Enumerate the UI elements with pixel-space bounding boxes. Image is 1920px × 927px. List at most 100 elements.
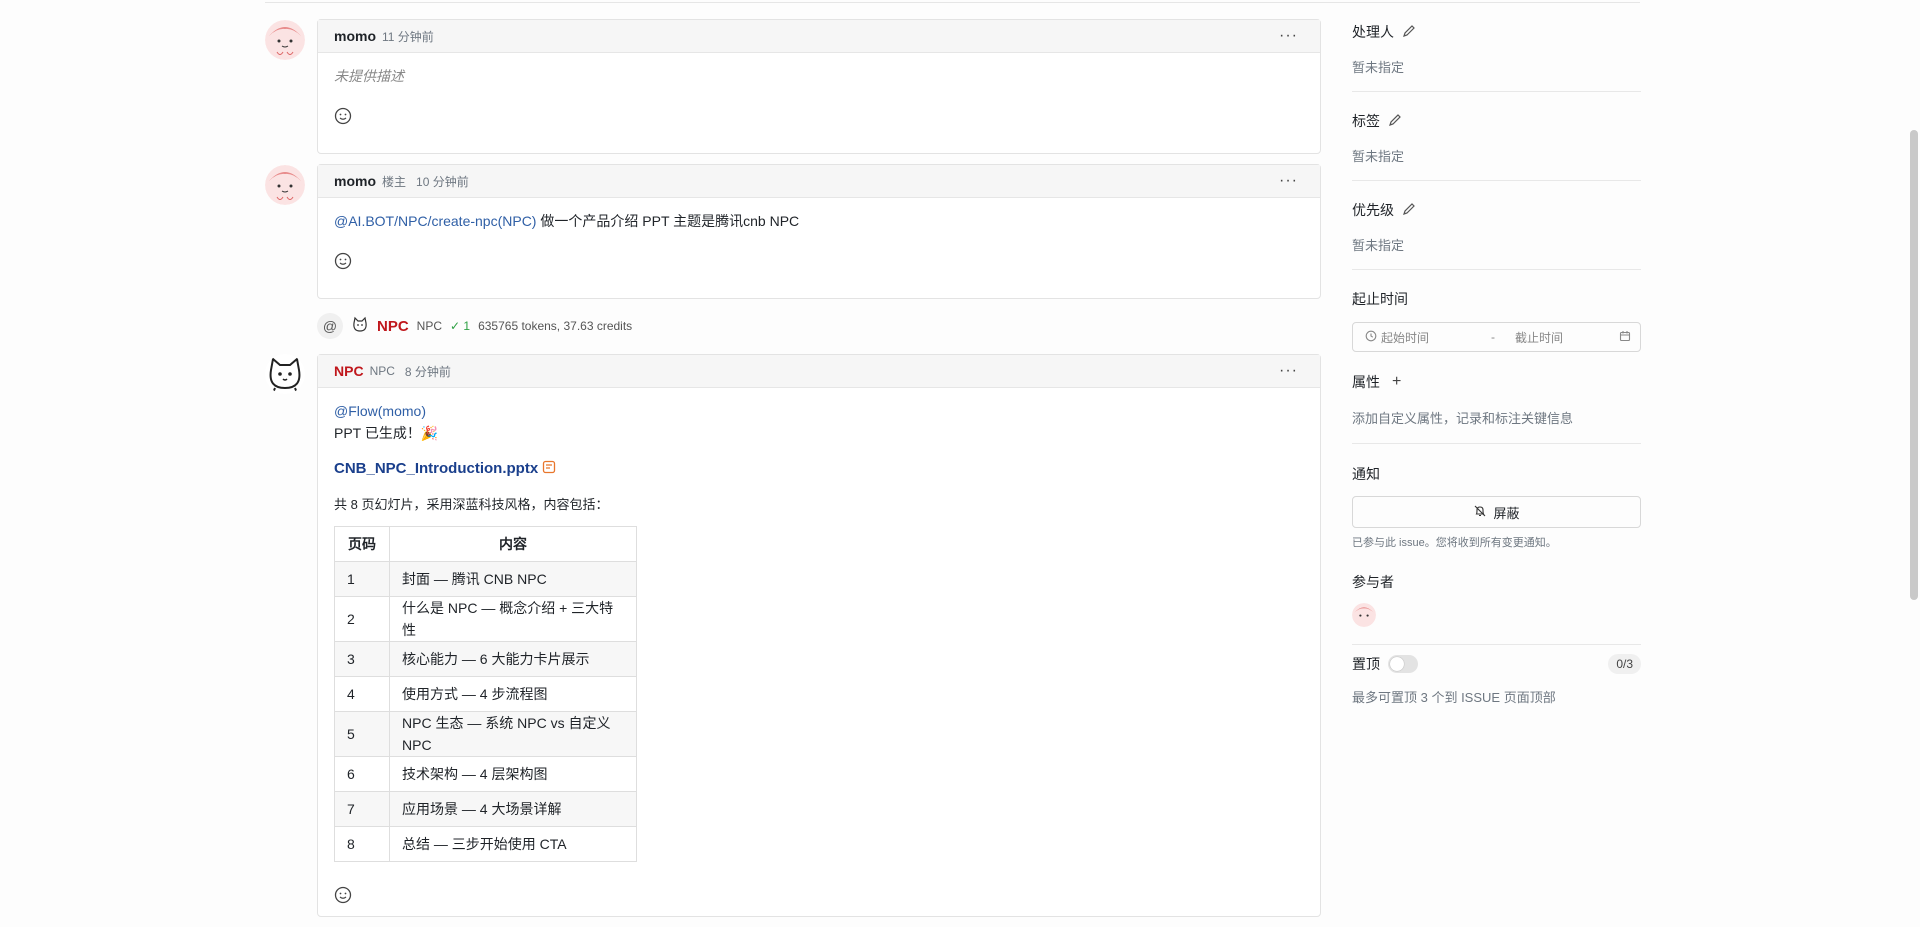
page-number-cell: 6 bbox=[334, 756, 390, 792]
slides-table: 页码 内容 1 封面 — 腾讯 CNB NPC 2 什么是 NPC — 概念介绍 + … bbox=[334, 526, 637, 862]
mention-link[interactable]: @Flow(momo) bbox=[334, 403, 426, 419]
comment-text: 未提供描述 bbox=[334, 68, 404, 84]
content-cell: 使用方式 — 4 步流程图 bbox=[389, 676, 637, 712]
add-reaction-icon[interactable] bbox=[334, 107, 352, 125]
content-cell: 技术架构 — 4 层架构图 bbox=[389, 756, 637, 792]
pin-toggle[interactable] bbox=[1388, 655, 1418, 673]
edit-pencil-icon[interactable] bbox=[1402, 24, 1416, 41]
table-header: 内容 bbox=[389, 526, 637, 562]
mute-button[interactable]: 屏蔽 bbox=[1352, 496, 1641, 528]
table-row: 6 技术架构 — 4 层架构图 bbox=[334, 756, 637, 792]
file-link[interactable]: CNB_NPC_Introduction.pptx bbox=[334, 458, 538, 480]
priority-section: 优先级 bbox=[1352, 200, 1416, 220]
page-number-cell: 4 bbox=[334, 676, 390, 712]
attrs-hint: 添加自定义属性，记录和标注关键信息 bbox=[1352, 411, 1574, 426]
more-options-icon[interactable]: ··· bbox=[1279, 172, 1298, 190]
history-icon bbox=[1365, 330, 1377, 345]
labels-title: 标签 bbox=[1352, 113, 1380, 129]
divider bbox=[1352, 443, 1641, 444]
avatar-npc[interactable] bbox=[265, 354, 305, 394]
content-cell: 总结 — 三步开始使用 CTA bbox=[389, 826, 637, 862]
scrollbar[interactable] bbox=[1910, 130, 1918, 600]
pin-section: 置顶 0/3 bbox=[1352, 654, 1641, 674]
date-range-picker[interactable]: 起始时间 - 截止时间 bbox=[1352, 322, 1641, 352]
priority-value: 暂未指定 bbox=[1352, 238, 1405, 253]
npc-bot-icon bbox=[351, 316, 369, 337]
add-reaction-icon[interactable] bbox=[334, 886, 352, 904]
comment-time: 11 分钟前 bbox=[382, 29, 434, 44]
comment-header: NPC NPC 8 分钟前 ··· bbox=[318, 355, 1320, 388]
comment-time: 10 分钟前 bbox=[416, 174, 469, 189]
participants-title: 参与者 bbox=[1352, 574, 1394, 590]
comment-author[interactable]: NPC bbox=[334, 363, 364, 379]
summary-text: 共 8 页幻灯片，采用深蓝科技风格，内容包括： bbox=[334, 497, 609, 512]
comment-author[interactable]: momo bbox=[334, 173, 376, 189]
divider bbox=[1352, 644, 1641, 645]
assignee-title: 处理人 bbox=[1352, 24, 1394, 40]
page-number-cell: 5 bbox=[334, 711, 390, 757]
participant-avatar[interactable] bbox=[1352, 603, 1376, 627]
comment-text: 做一个产品介绍 PPT 主题是腾讯cnb NPC bbox=[536, 213, 800, 229]
author-role-badge: 楼主 bbox=[382, 174, 407, 189]
pin-count-badge: 0/3 bbox=[1608, 654, 1641, 674]
page-number-cell: 3 bbox=[334, 641, 390, 677]
table-row: 2 什么是 NPC — 概念介绍 + 三大特性 bbox=[334, 596, 637, 642]
comment-author[interactable]: momo bbox=[334, 28, 376, 44]
start-date-input[interactable]: 起始时间 bbox=[1381, 329, 1491, 346]
comment-body: 未提供描述 bbox=[318, 53, 1320, 107]
more-options-icon[interactable]: ··· bbox=[1279, 362, 1298, 380]
comment-2: momo 楼主 10 分钟前 ··· @AI.BOT/NPC/create-np… bbox=[317, 164, 1321, 299]
page-number-cell: 7 bbox=[334, 791, 390, 827]
more-options-icon[interactable]: ··· bbox=[1279, 27, 1298, 45]
bell-off-icon bbox=[1473, 504, 1487, 521]
notify-title: 通知 bbox=[1352, 466, 1380, 482]
comment-header: momo 11 分钟前 ··· bbox=[318, 20, 1320, 53]
time-title: 起止时间 bbox=[1352, 291, 1408, 307]
pin-hint: 最多可置顶 3 个到 ISSUE 页面顶部 bbox=[1352, 690, 1556, 705]
comment-3: NPC NPC 8 分钟前 ··· @Flow(momo) PPT 已生成！🎉 … bbox=[317, 354, 1321, 917]
attrs-title: 属性 bbox=[1352, 374, 1380, 390]
success-count: ✓ 1 bbox=[450, 319, 471, 333]
table-row: 7 应用场景 — 4 大场景详解 bbox=[334, 791, 637, 827]
comment-body: @AI.BOT/NPC/create-npc(NPC) 做一个产品介绍 PPT … bbox=[318, 198, 1320, 252]
labels-value: 暂未指定 bbox=[1352, 149, 1405, 164]
divider bbox=[1352, 91, 1641, 92]
npc-name[interactable]: NPC bbox=[377, 318, 409, 335]
table-row: 1 封面 — 腾讯 CNB NPC bbox=[334, 561, 637, 597]
pin-title: 置顶 bbox=[1352, 656, 1380, 672]
edit-pencil-icon[interactable] bbox=[1402, 202, 1416, 219]
labels-section: 标签 bbox=[1352, 111, 1402, 131]
comment-body: @Flow(momo) PPT 已生成！🎉 CNB_NPC_Introducti… bbox=[318, 388, 1320, 870]
add-reaction-icon[interactable] bbox=[334, 252, 352, 270]
divider bbox=[1352, 269, 1641, 270]
date-separator: - bbox=[1491, 330, 1495, 344]
avatar-momo[interactable] bbox=[265, 20, 305, 60]
avatar-momo[interactable] bbox=[265, 165, 305, 205]
comment-time: 8 分钟前 bbox=[404, 364, 451, 379]
page-number-cell: 2 bbox=[334, 596, 390, 642]
end-date-input[interactable]: 截止时间 bbox=[1515, 329, 1619, 346]
page-number-cell: 8 bbox=[334, 826, 390, 862]
author-role-badge: NPC bbox=[369, 364, 395, 378]
table-row: 5 NPC 生态 — 系统 NPC vs 自定义 NPC bbox=[334, 711, 637, 757]
content-cell: 应用场景 — 4 大场景详解 bbox=[389, 791, 637, 827]
assignee-value: 暂未指定 bbox=[1352, 60, 1405, 75]
divider bbox=[1352, 180, 1641, 181]
content-cell: 封面 — 腾讯 CNB NPC bbox=[389, 561, 637, 597]
npc-tag: NPC bbox=[416, 319, 443, 333]
priority-title: 优先级 bbox=[1352, 202, 1394, 218]
at-icon: @ bbox=[317, 313, 343, 339]
assignee-section: 处理人 bbox=[1352, 22, 1416, 42]
content-cell: 什么是 NPC — 概念介绍 + 三大特性 bbox=[389, 596, 637, 642]
table-row: 4 使用方式 — 4 步流程图 bbox=[334, 676, 637, 712]
content-cell: 核心能力 — 6 大能力卡片展示 bbox=[389, 641, 637, 677]
add-plus-icon[interactable]: + bbox=[1392, 373, 1401, 391]
comment-1: momo 11 分钟前 ··· 未提供描述 bbox=[317, 19, 1321, 154]
calendar-icon[interactable] bbox=[1619, 330, 1631, 345]
edit-pencil-icon[interactable] bbox=[1388, 113, 1402, 130]
mention-link[interactable]: @AI.BOT/NPC/create-npc(NPC) bbox=[334, 213, 536, 229]
table-header: 页码 bbox=[334, 526, 390, 562]
mute-label: 屏蔽 bbox=[1493, 505, 1520, 521]
table-row: 8 总结 — 三步开始使用 CTA bbox=[334, 826, 637, 862]
comment-text: PPT 已生成！🎉 bbox=[334, 425, 439, 441]
